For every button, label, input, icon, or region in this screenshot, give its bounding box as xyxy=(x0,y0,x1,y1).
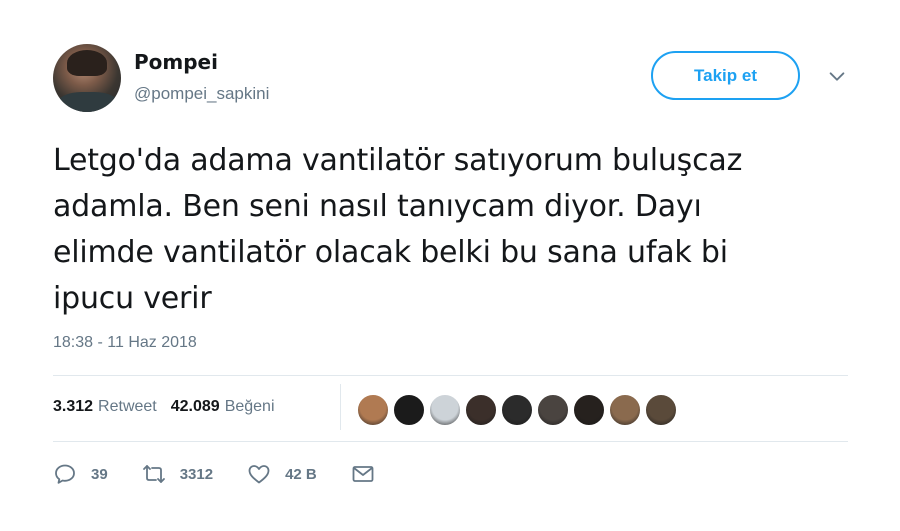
like-action-count: 42 B xyxy=(285,465,317,483)
tweet-stats: 3.312 Retweet 42.089 Beğeni xyxy=(53,398,275,416)
liker-avatar[interactable] xyxy=(428,393,462,427)
tweet-actions: 39 3312 42 B xyxy=(53,462,409,486)
avatar-hair xyxy=(67,50,107,76)
reply-button[interactable]: 39 xyxy=(53,462,108,486)
heart-icon xyxy=(248,465,270,484)
liker-avatar[interactable] xyxy=(644,393,678,427)
tweet-card: Pompei @pompei_sapkini Takip et Letgo'da… xyxy=(0,0,900,531)
divider xyxy=(53,375,848,376)
author-name[interactable]: Pompei xyxy=(134,50,218,74)
liker-avatar[interactable] xyxy=(536,393,570,427)
tweet-text-line: adamla. Ben seni nasıl tanıycam diyor. D… xyxy=(53,189,702,224)
tweet-text: Letgo'da adama vantilatör satıyorum bulu… xyxy=(53,138,853,322)
like-stat-label: Beğeni xyxy=(224,398,275,415)
reply-count: 39 xyxy=(91,465,108,483)
retweet-icon xyxy=(142,465,165,483)
divider xyxy=(53,441,848,442)
chevron-down-icon[interactable] xyxy=(826,66,848,88)
tweet-text-line: Letgo'da adama vantilatör satıyorum bulu… xyxy=(53,143,743,178)
like-button[interactable]: 42 B xyxy=(247,462,317,486)
like-stat-count: 42.089 xyxy=(170,398,220,415)
stats-separator xyxy=(340,384,341,430)
liker-avatars[interactable] xyxy=(356,393,680,427)
liker-avatar[interactable] xyxy=(356,393,390,427)
retweet-stat-count: 3.312 xyxy=(53,398,94,415)
retweet-stat[interactable]: 3.312 Retweet xyxy=(53,398,157,416)
tweet-timestamp[interactable]: 18:38 - 11 Haz 2018 xyxy=(53,334,197,352)
author-handle[interactable]: @pompei_sapkini xyxy=(134,84,269,104)
avatar-shoulders xyxy=(57,92,119,112)
retweet-button[interactable]: 3312 xyxy=(142,462,213,486)
liker-avatar[interactable] xyxy=(608,393,642,427)
liker-avatar[interactable] xyxy=(500,393,534,427)
tweet-text-line: ipucu verir xyxy=(53,281,212,316)
liker-avatar[interactable] xyxy=(392,393,426,427)
liker-avatar[interactable] xyxy=(572,393,606,427)
retweet-stat-label: Retweet xyxy=(98,398,157,415)
reply-icon xyxy=(55,464,75,484)
envelope-icon xyxy=(352,466,374,482)
tweet-text-line: elimde vantilatör olacak belki bu sana u… xyxy=(53,235,728,270)
liker-avatar[interactable] xyxy=(464,393,498,427)
follow-button[interactable]: Takip et xyxy=(651,51,800,100)
like-stat[interactable]: 42.089 Beğeni xyxy=(171,398,275,416)
avatar[interactable] xyxy=(53,44,121,112)
direct-message-button[interactable] xyxy=(351,462,375,486)
retweet-action-count: 3312 xyxy=(179,465,214,483)
